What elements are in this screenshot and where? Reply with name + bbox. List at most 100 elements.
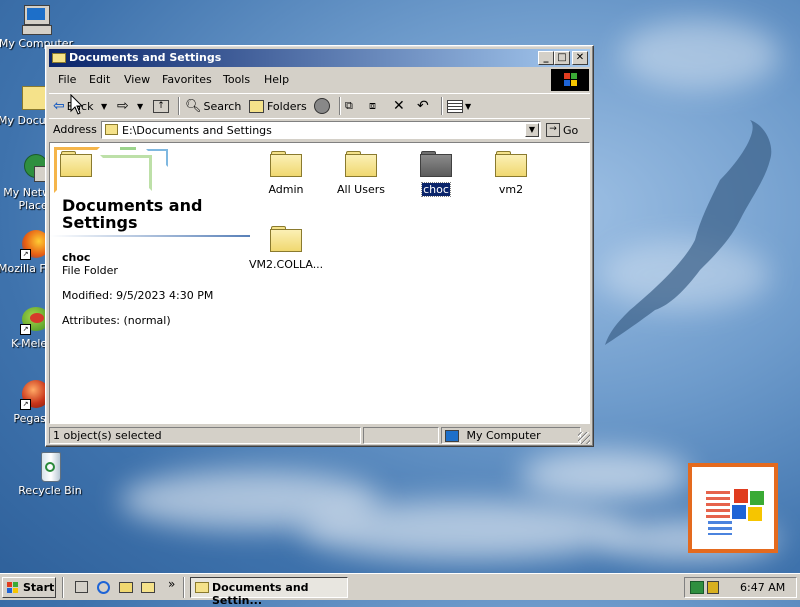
forward-dropdown-button[interactable]: ▼ [137,97,147,115]
mail-icon [119,582,133,593]
folder-item-label: choc [421,182,451,197]
quick-launch-more-chevron-icon[interactable]: » [168,577,175,591]
folder-item-choc[interactable]: choc [398,151,474,197]
network-tray-icon[interactable] [690,581,704,594]
start-button[interactable]: Start [2,577,56,598]
forward-button[interactable]: ⇨ [117,97,133,115]
go-button[interactable]: → Go [546,121,586,139]
folder-icon [420,151,452,177]
history-button[interactable] [314,97,332,115]
menu-edit[interactable]: Edit [89,73,110,86]
folder-item-vm2[interactable]: vm2 [473,151,549,196]
folder-item-label: All Users [337,183,385,196]
back-dropdown-button[interactable]: ▼ [101,97,111,115]
folder-item-vm2-colla[interactable]: VM2.COLLA... [248,226,324,271]
folder-icon [495,151,527,177]
windows-logo-icon [551,69,589,91]
toolbar-separator [178,97,180,115]
taskbar: Start » Documents and Settin... 6:47 AM [0,573,800,607]
quick-launch-ie[interactable] [96,580,112,595]
desktop-icon-recycle-bin[interactable]: Recycle Bin [12,450,88,497]
folder-icon [270,151,302,177]
jumping-figure-silhouette [605,120,772,345]
forward-arrow-icon: ⇨ [117,98,129,114]
back-arrow-icon: ⇦ [53,98,65,114]
folder-icon [270,226,302,252]
selected-type: File Folder [62,264,118,277]
folder-item-label: Admin [268,183,304,196]
attributes: Attributes: (normal) [62,314,171,327]
folders-label: Folders [267,99,307,113]
explorer-window: Documents and Settings _ □ ✕ File Edit V… [45,45,594,447]
folder-item-admin[interactable]: Admin [248,151,324,196]
toolbar: ⇦ Back ▼ ⇨ ▼ ↑ 🔍︎ Search Folders ⧉ ⧈ ✕ ↶ [49,93,590,119]
explorer-icon [141,582,155,593]
move-to-button[interactable]: ⧉ [345,97,363,115]
internet-explorer-icon [97,581,110,594]
computer-icon [445,430,459,442]
quick-launch-explorer[interactable] [140,580,156,595]
folder-item-label: VM2.COLLA... [249,258,324,271]
taskbar-separator [183,577,185,598]
copy-to-icon: ⧈ [369,99,376,112]
address-dropdown-button[interactable]: ▼ [525,123,539,137]
menu-help[interactable]: Help [264,73,289,86]
status-selection: 1 object(s) selected [49,427,361,444]
title-bar[interactable]: Documents and Settings _ □ ✕ [49,49,590,67]
history-icon [314,98,330,114]
windows-flag-icon [706,481,766,541]
address-value: E:\Documents and Settings [122,124,272,137]
folder-content-pane: Documents and Settings choc File Folder … [49,142,590,424]
clock[interactable]: 6:47 AM [740,581,785,594]
toolbar-separator [339,97,341,115]
status-zone-panel: My Computer [441,427,581,444]
shortcut-arrow-icon: ↗ [20,399,31,410]
minimize-button[interactable]: _ [538,51,554,65]
system-tray: 6:47 AM [684,577,797,598]
computer-icon [20,3,52,35]
quick-launch-desktop[interactable] [74,580,90,595]
web-view-panel: Documents and Settings choc File Folder … [50,143,260,423]
windows-flag-icon [7,582,19,593]
menu-favorites[interactable]: Favorites [162,73,212,86]
folder-icon [52,51,66,63]
undo-button[interactable]: ↶ [417,97,435,115]
folder-item-all-users[interactable]: All Users [323,151,399,196]
window-title: Documents and Settings [69,51,222,64]
close-button[interactable]: ✕ [572,51,588,65]
desktop-icon-my-computer[interactable]: My Computer [0,3,74,50]
windows-logo-badge [688,463,778,553]
folder-large-icon [60,151,92,177]
folder-icon [105,124,118,135]
shortcut-arrow-icon: ↗ [20,324,31,335]
search-button[interactable]: 🔍︎ Search [185,97,241,115]
status-bar: 1 object(s) selected My Computer [49,427,590,444]
menu-file[interactable]: File [58,73,76,86]
volume-tray-icon[interactable] [707,581,719,594]
address-label: Address [53,123,97,136]
views-icon [447,99,463,113]
copy-to-button[interactable]: ⧈ [369,97,387,115]
taskbar-button-documents-and-settings[interactable]: Documents and Settin... [190,577,348,607]
views-button[interactable]: ▼ [447,97,475,115]
go-arrow-icon: → [546,123,560,137]
search-icon: 🔍︎ [185,98,202,114]
taskbar-separator [62,577,64,598]
delete-icon: ✕ [393,98,405,114]
resize-grip-icon[interactable] [578,432,590,444]
menu-tools[interactable]: Tools [223,73,250,86]
maximize-button[interactable]: □ [554,51,570,65]
delete-button[interactable]: ✕ [393,97,411,115]
quick-launch-outlook[interactable] [118,580,134,595]
show-desktop-icon [75,581,88,593]
recycle-bin-icon [34,450,66,482]
status-empty-panel [363,427,439,444]
up-folder-button[interactable]: ↑ [153,97,171,115]
folders-button[interactable]: Folders [249,97,307,115]
address-input[interactable]: E:\Documents and Settings ▼ [101,121,541,139]
panel-heading: Documents and Settings [62,196,203,232]
toolbar-separator [441,97,443,115]
menu-view[interactable]: View [124,73,150,86]
menu-bar: File Edit View Favorites Tools Help [49,69,590,91]
go-label: Go [563,123,579,137]
